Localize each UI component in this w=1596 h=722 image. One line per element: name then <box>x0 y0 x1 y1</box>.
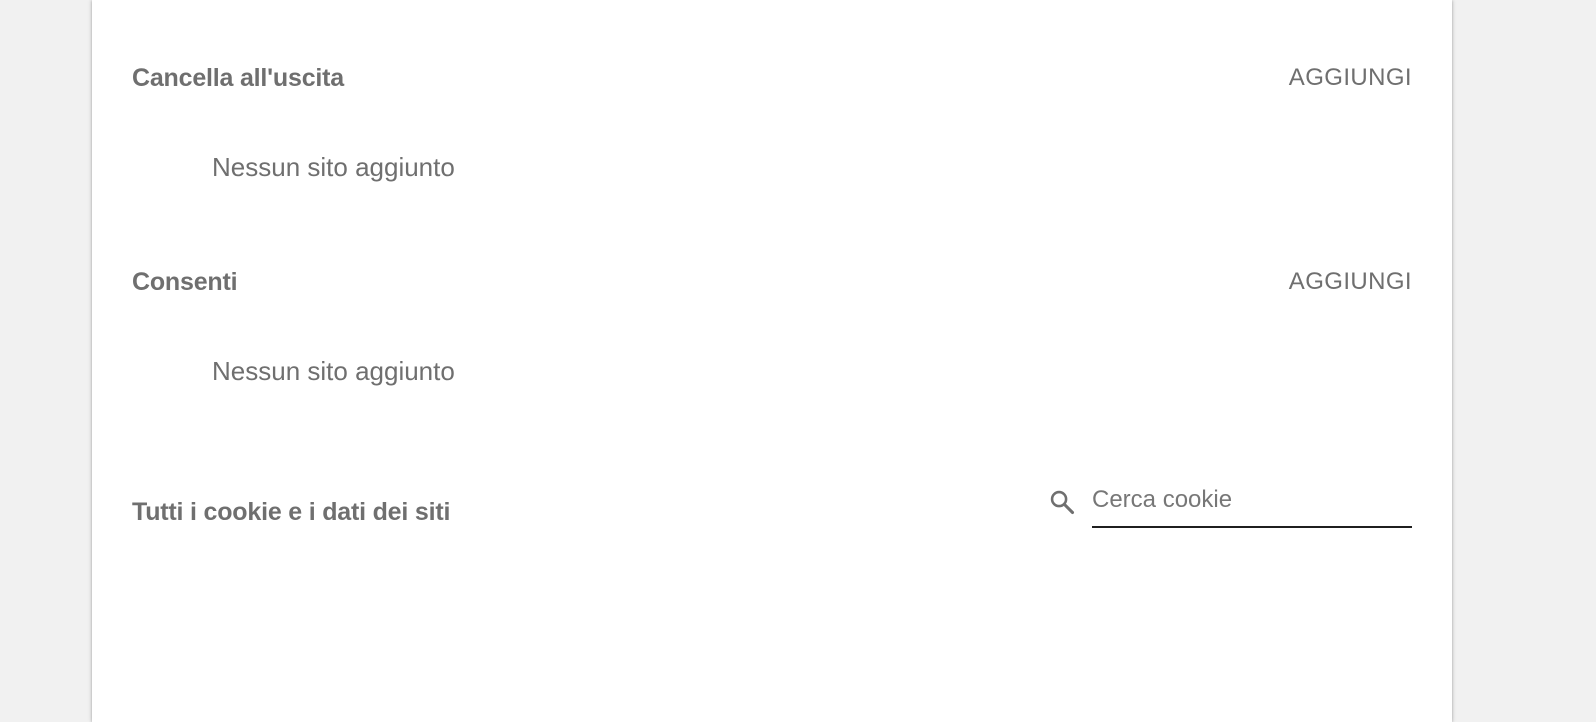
clear-on-exit-add-button[interactable]: AGGIUNGI <box>1289 64 1412 92</box>
settings-card: Cancella all'uscita AGGIUNGI Nessun sito… <box>92 0 1452 722</box>
cookie-search <box>1048 478 1412 532</box>
allow-title: Consenti <box>132 267 238 296</box>
clear-on-exit-title: Cancella all'uscita <box>132 63 344 92</box>
search-icon <box>1048 488 1076 516</box>
clear-on-exit-empty-text: Nessun sito aggiunto <box>212 152 455 182</box>
allow-add-button[interactable]: AGGIUNGI <box>1289 268 1412 296</box>
all-cookies-header: Tutti i cookie e i dati dei siti <box>132 492 450 532</box>
cookie-search-input[interactable] <box>1092 478 1412 528</box>
allow-empty-text: Nessun sito aggiunto <box>212 356 455 386</box>
allow-header: Consenti AGGIUNGI <box>132 262 1412 302</box>
all-cookies-title: Tutti i cookie e i dati dei siti <box>132 497 451 526</box>
clear-on-exit-header: Cancella all'uscita AGGIUNGI <box>132 58 1412 98</box>
